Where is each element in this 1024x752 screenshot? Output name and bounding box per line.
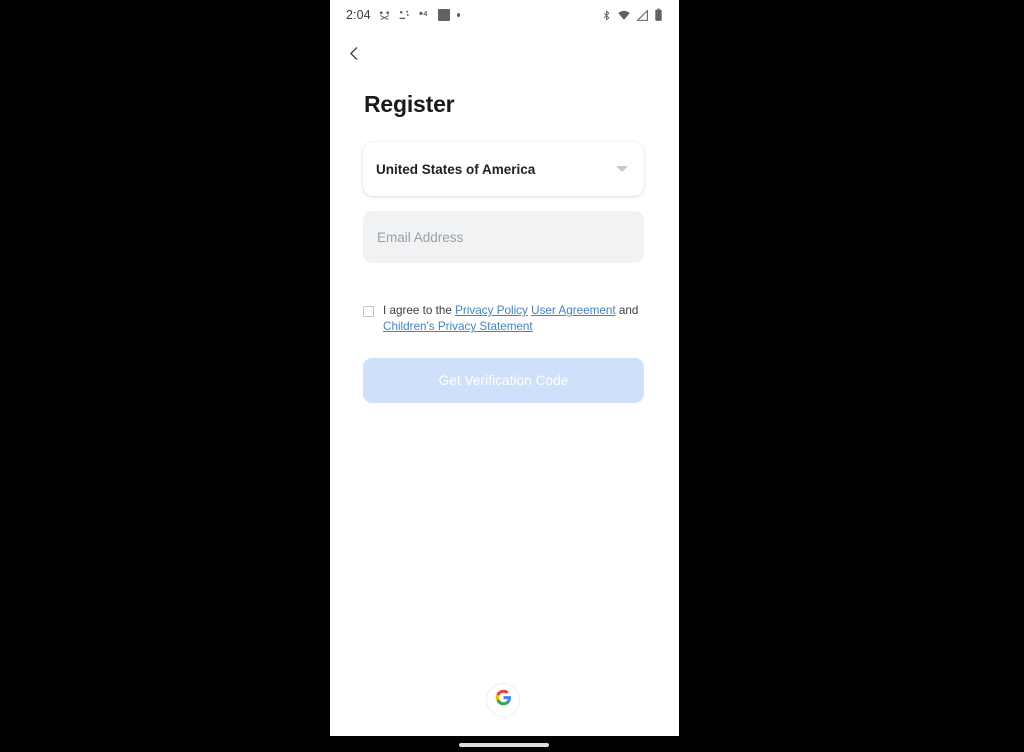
svg-text:4: 4 [423, 11, 427, 18]
agreement-text: I agree to the Privacy Policy User Agree… [383, 303, 648, 335]
email-input[interactable] [363, 211, 644, 263]
phone-screen: 2:04 4 Register United States of America… [330, 0, 679, 736]
dot-notification-icon [456, 13, 461, 17]
status-bar-right [601, 8, 663, 22]
status-bar-left: 2:04 4 [346, 8, 461, 22]
back-button[interactable] [338, 40, 370, 72]
country-select-value: United States of America [376, 161, 536, 177]
page-title: Register [364, 91, 455, 117]
childrens-privacy-statement-link[interactable]: Children's Privacy Statement [383, 320, 533, 333]
agreement-row: I agree to the Privacy Policy User Agree… [363, 303, 648, 335]
google-signin-button[interactable] [486, 683, 520, 717]
country-select[interactable]: United States of America [363, 142, 644, 196]
chevron-left-icon [346, 45, 363, 67]
agreement-prefix: I agree to the [383, 304, 456, 317]
people-sync-icon [378, 9, 391, 22]
get-verification-code-button[interactable]: Get Verification Code [363, 358, 644, 403]
home-indicator[interactable] [459, 743, 549, 747]
square-notification-icon [437, 9, 450, 21]
cellular-signal-icon [636, 8, 649, 22]
caret-down-icon [616, 166, 628, 172]
status-bar-clock: 2:04 [346, 8, 371, 22]
user-agreement-link[interactable]: User Agreement [531, 304, 615, 317]
bluetooth-icon [601, 9, 612, 22]
bluetooth-device-icon [398, 9, 411, 22]
agreement-conjunction: and [615, 304, 639, 317]
mail-count-icon: 4 [418, 9, 431, 22]
screenshot-root: 2:04 4 Register United States of America… [0, 0, 1024, 752]
privacy-policy-link[interactable]: Privacy Policy [455, 304, 528, 317]
battery-icon [654, 8, 663, 22]
agreement-checkbox[interactable] [363, 306, 374, 317]
wifi-icon [617, 9, 631, 22]
status-bar: 2:04 4 [330, 0, 679, 30]
google-g-icon [495, 689, 512, 711]
